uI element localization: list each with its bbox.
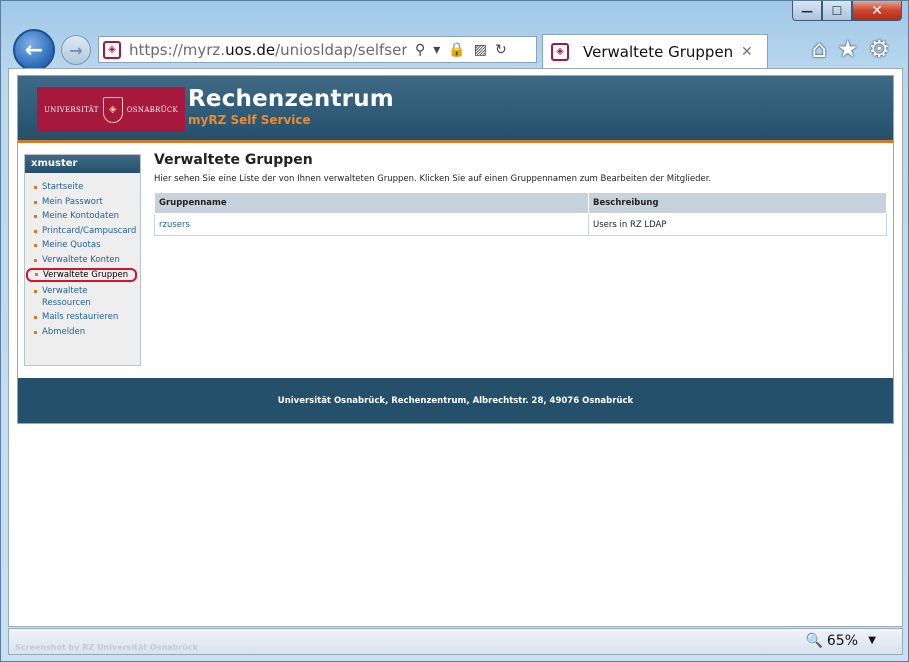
home-icon[interactable]: ⌂ <box>812 35 827 63</box>
url-text[interactable]: https://myrz.uos.de/uniosldap/selfservic… <box>129 41 407 59</box>
page-description: Hier sehen Sie eine Liste der von Ihnen … <box>154 174 712 184</box>
sidebar-item-meine-kontodaten[interactable]: Meine Kontodaten <box>33 210 135 222</box>
site-title: Rechenzentrum <box>188 86 394 112</box>
address-bar[interactable]: ◈ https://myrz.uos.de/uniosldap/selfserv… <box>98 36 537 63</box>
logo-text-right: OSNABRÜCK <box>126 105 179 114</box>
groups-table: Gruppenname Beschreibung rzusers Users i… <box>154 192 887 236</box>
site-footer: Universität Osnabrück, Rechenzentrum, Al… <box>18 378 893 423</box>
column-header-beschreibung: Beschreibung <box>588 192 887 214</box>
maximize-button[interactable]: ☐ <box>822 1 852 21</box>
university-seal-icon: ◈ <box>102 96 123 123</box>
university-logo[interactable]: UNIVERSITÄT ◈ OSNABRÜCK <box>37 87 185 132</box>
url-domain: uos.de <box>225 40 276 59</box>
sidebar-item-mein-passwort[interactable]: Mein Passwort <box>33 196 135 208</box>
screenshot-watermark: Screenshot by RZ Universität Osnabrück <box>15 643 198 652</box>
zoom-value: 65% <box>826 633 858 649</box>
zoom-dropdown-icon[interactable]: ▼ <box>868 635 876 646</box>
compatibility-view-icon[interactable]: ▨ <box>474 42 487 58</box>
arrow-right-icon: → <box>69 40 83 60</box>
sidebar-item-printcard-campuscard[interactable]: Printcard/Campuscard <box>33 225 136 237</box>
search-icon[interactable]: ⚲ <box>415 42 425 58</box>
sidebar-item-mails-restaurieren[interactable]: Mails restaurieren <box>33 311 135 323</box>
browser-tab[interactable]: ◈ Verwaltete Gruppen... ✕ <box>542 34 768 68</box>
lock-icon[interactable]: 🔒 <box>448 42 465 58</box>
dropdown-arrow-icon[interactable]: ▾ <box>433 42 440 58</box>
footer-address: Universität Osnabrück, Rechenzentrum, Al… <box>277 395 634 406</box>
sidebar-menu: Startseite Mein Passwort Meine Kontodate… <box>25 173 140 338</box>
logo-text-left: UNIVERSITÄT <box>43 105 99 114</box>
address-bar-icons: ⚲ ▾ 🔒 ▨ ↻ <box>415 42 507 58</box>
sidebar-item-meine-quotas[interactable]: Meine Quotas <box>33 239 135 251</box>
sidebar-item-verwaltete-konten[interactable]: Verwaltete Konten <box>33 254 135 266</box>
minimize-button[interactable]: — <box>792 1 822 21</box>
sidebar-item-abmelden[interactable]: Abmelden <box>33 326 135 338</box>
page-viewport: UNIVERSITÄT ◈ OSNABRÜCK Rechenzentrum my… <box>8 68 903 627</box>
star-icon[interactable]: ★ <box>837 35 859 63</box>
back-button[interactable]: ← <box>13 29 55 71</box>
zoom-level[interactable]: 🔍 65% <box>805 633 858 649</box>
group-description: Users in RZ LDAP <box>588 213 887 236</box>
site-favicon-icon: ◈ <box>103 40 121 59</box>
url-path: /uniosldap/selfservice/ <box>275 40 407 59</box>
arrow-left-icon: ← <box>24 37 44 63</box>
forward-button[interactable]: → <box>61 35 91 65</box>
table-row: rzusers Users in RZ LDAP <box>154 213 887 236</box>
url-prefix: https://myrz. <box>129 40 226 59</box>
site-subtitle: myRZ Self Service <box>188 113 311 127</box>
refresh-icon[interactable]: ↻ <box>495 42 507 58</box>
zoom-icon: 🔍 <box>805 633 823 649</box>
main-content: Verwaltete Gruppen Hier sehen Sie eine L… <box>154 152 887 236</box>
table-header-row: Gruppenname Beschreibung <box>154 192 887 214</box>
group-name-link[interactable]: rzusers <box>154 213 589 236</box>
sidebar-item-verwaltete-ressourcen[interactable]: Verwaltete Ressourcen <box>33 285 135 309</box>
page-title: Verwaltete Gruppen <box>154 152 313 168</box>
gear-icon[interactable]: ⚙ <box>868 35 890 63</box>
window-close-button[interactable]: ✕ <box>852 1 902 21</box>
browser-window: — ☐ ✕ ← → ◈ https://myrz.uos.de/unioslda… <box>0 0 909 662</box>
window-controls: — ☐ ✕ <box>792 1 902 23</box>
browser-toolbar: ⌂ ★ ⚙ <box>812 35 890 63</box>
sidebar-item-startseite[interactable]: Startseite <box>33 181 135 193</box>
status-bar: Screenshot by RZ Universität Osnabrück 🔍… <box>8 628 903 655</box>
tab-title: Verwaltete Gruppen... <box>583 42 733 61</box>
sidebar-item-verwaltete-gruppen[interactable]: Verwaltete Gruppen <box>26 268 137 282</box>
tab-close-icon[interactable]: ✕ <box>741 44 753 60</box>
page-container: UNIVERSITÄT ◈ OSNABRÜCK Rechenzentrum my… <box>17 75 894 424</box>
site-header: UNIVERSITÄT ◈ OSNABRÜCK Rechenzentrum my… <box>18 76 893 143</box>
tab-favicon-icon: ◈ <box>551 42 569 61</box>
column-header-gruppenname: Gruppenname <box>154 192 589 214</box>
sidebar: xmuster Startseite Mein Passwort Meine K… <box>24 154 141 366</box>
sidebar-username: xmuster <box>25 155 140 173</box>
